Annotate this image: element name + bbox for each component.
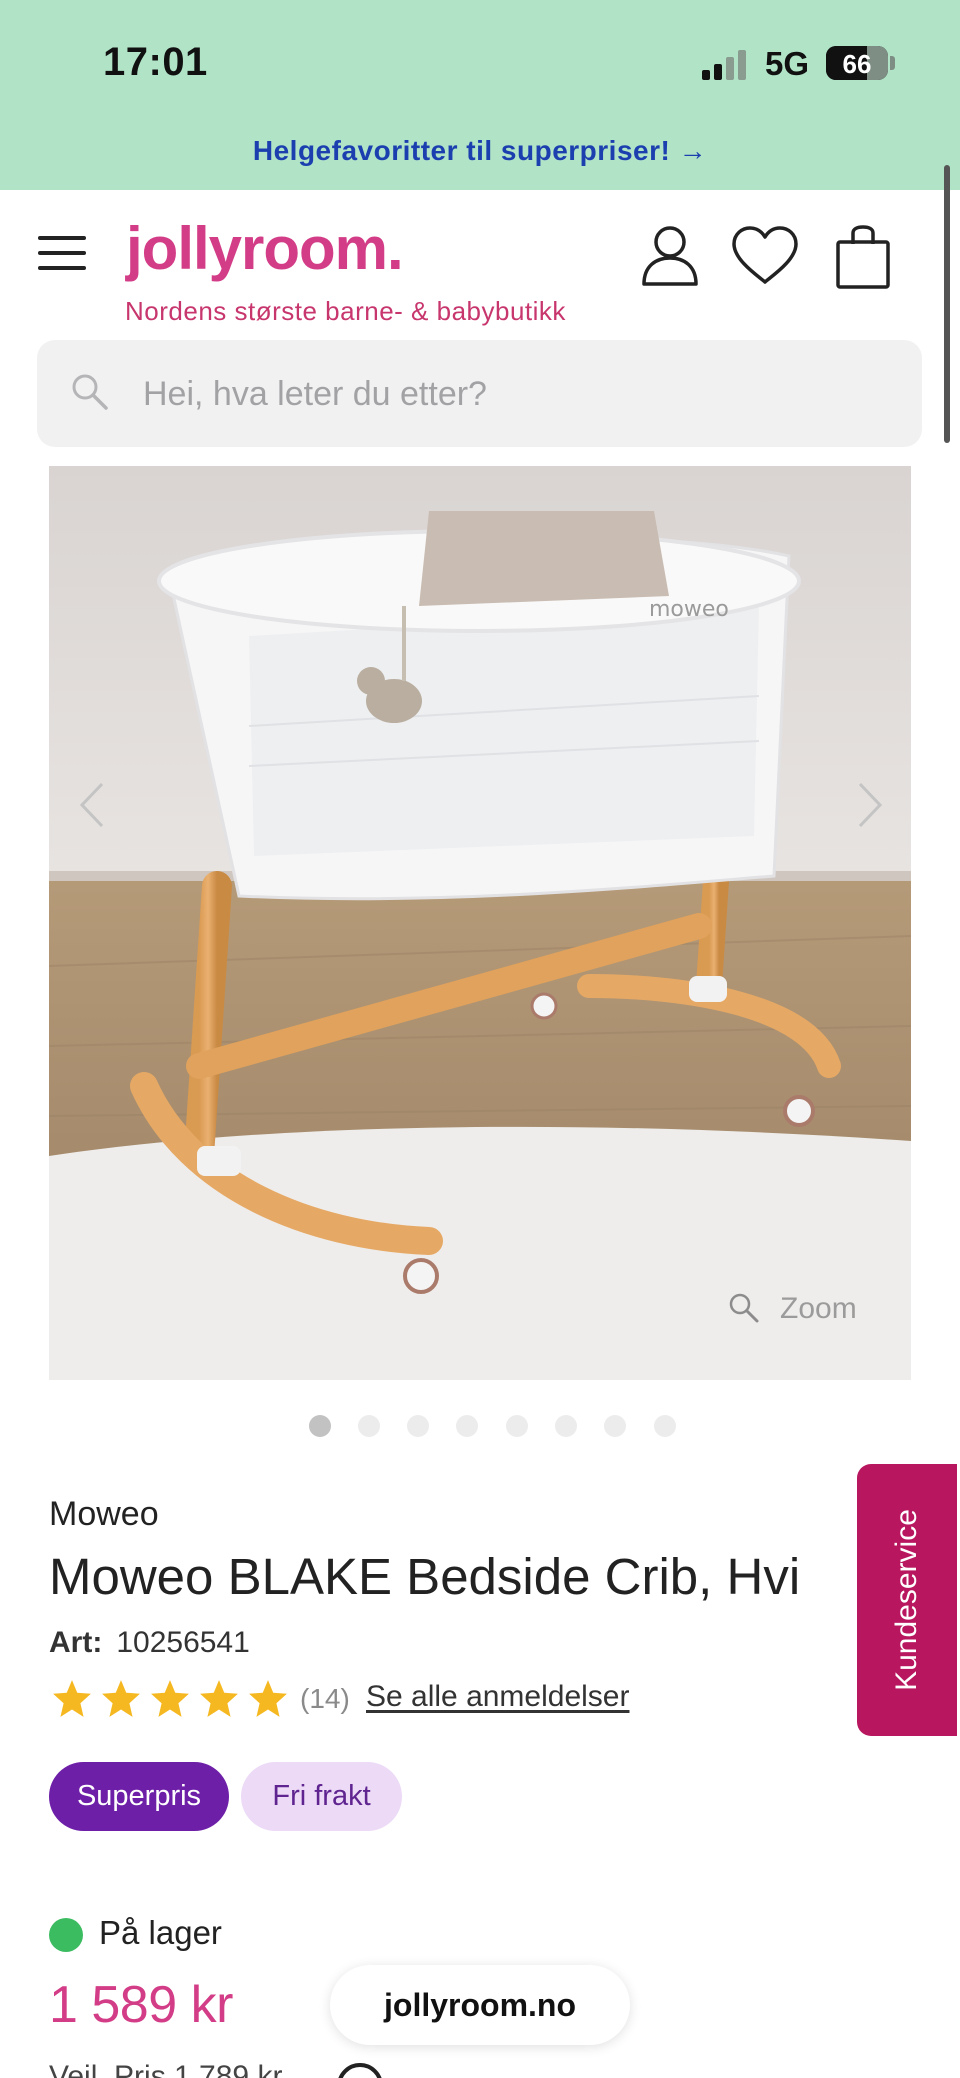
customer-service-tab[interactable]: Kundeservice: [857, 1464, 957, 1736]
product-price: 1 589 kr: [49, 1976, 233, 2034]
promo-banner-link[interactable]: Helgefavoritter til superpriser! →: [0, 135, 960, 167]
bag-icon[interactable]: [835, 224, 891, 290]
gallery-dot[interactable]: [555, 1415, 577, 1437]
article-number: Art: 10256541: [49, 1626, 250, 1660]
review-count: (14): [300, 1683, 350, 1714]
gallery-prev-icon[interactable]: [74, 780, 114, 830]
battery-tip: [890, 56, 895, 70]
gallery-dot[interactable]: [407, 1415, 429, 1437]
gallery-dot[interactable]: [506, 1415, 528, 1437]
battery-icon: 66: [826, 46, 888, 80]
stock-status-icon: [49, 1918, 83, 1952]
stock-status: På lager: [99, 1914, 222, 1951]
tagline: Nordens største barne- & babybutikk: [125, 296, 566, 326]
badge-superpris: Superpris: [49, 1762, 229, 1831]
reference-price: Veil. Pris 1 789 kr: [49, 2060, 283, 2078]
user-icon[interactable]: [640, 224, 700, 288]
customer-service-label: Kundeservice: [890, 1509, 923, 1691]
menu-icon[interactable]: [38, 236, 86, 270]
svg-text:moweo: moweo: [649, 597, 729, 622]
gallery-dot[interactable]: [604, 1415, 626, 1437]
gallery-next-icon[interactable]: [848, 780, 888, 830]
zoom-icon[interactable]: [727, 1291, 761, 1325]
product-photo: moweo: [49, 466, 911, 1380]
product-title: Moweo BLAKE Bedside Crib, Hvi: [49, 1548, 801, 1605]
network-label: 5G: [765, 45, 810, 82]
star-icon: [200, 1680, 238, 1717]
search-placeholder: Hei, hva leter du etter?: [143, 375, 487, 413]
star-icon: [102, 1680, 140, 1717]
gallery-dot[interactable]: [309, 1415, 331, 1437]
battery-level: 66: [842, 49, 872, 79]
gallery-dot[interactable]: [456, 1415, 478, 1437]
article-label: Art:: [49, 1626, 103, 1659]
status-time: 17:01: [103, 40, 208, 84]
product-image[interactable]: moweo: [49, 466, 911, 1380]
star-icon: [249, 1680, 287, 1717]
gallery-pagination: [0, 1415, 960, 1439]
info-icon[interactable]: [337, 2063, 383, 2078]
zoom-label[interactable]: Zoom: [780, 1292, 857, 1326]
page-scrollbar[interactable]: [944, 165, 950, 443]
article-value: 10256541: [116, 1626, 250, 1659]
search-icon: [72, 374, 108, 410]
badge-fri-frakt: Fri frakt: [241, 1762, 402, 1831]
heart-icon[interactable]: [730, 224, 800, 288]
star-icon: [151, 1680, 189, 1717]
gallery-dot[interactable]: [358, 1415, 380, 1437]
logo[interactable]: jollyroom.: [126, 214, 404, 283]
search-input[interactable]: Hei, hva leter du etter?: [37, 340, 922, 447]
signal-icon: [702, 50, 750, 80]
gallery-dot[interactable]: [654, 1415, 676, 1437]
product-brand[interactable]: Moweo: [49, 1495, 159, 1534]
see-all-reviews-link[interactable]: Se alle anmeldelser: [366, 1680, 629, 1714]
browser-url-bar[interactable]: jollyroom.no: [330, 1965, 630, 2045]
star-icon: [53, 1680, 91, 1717]
